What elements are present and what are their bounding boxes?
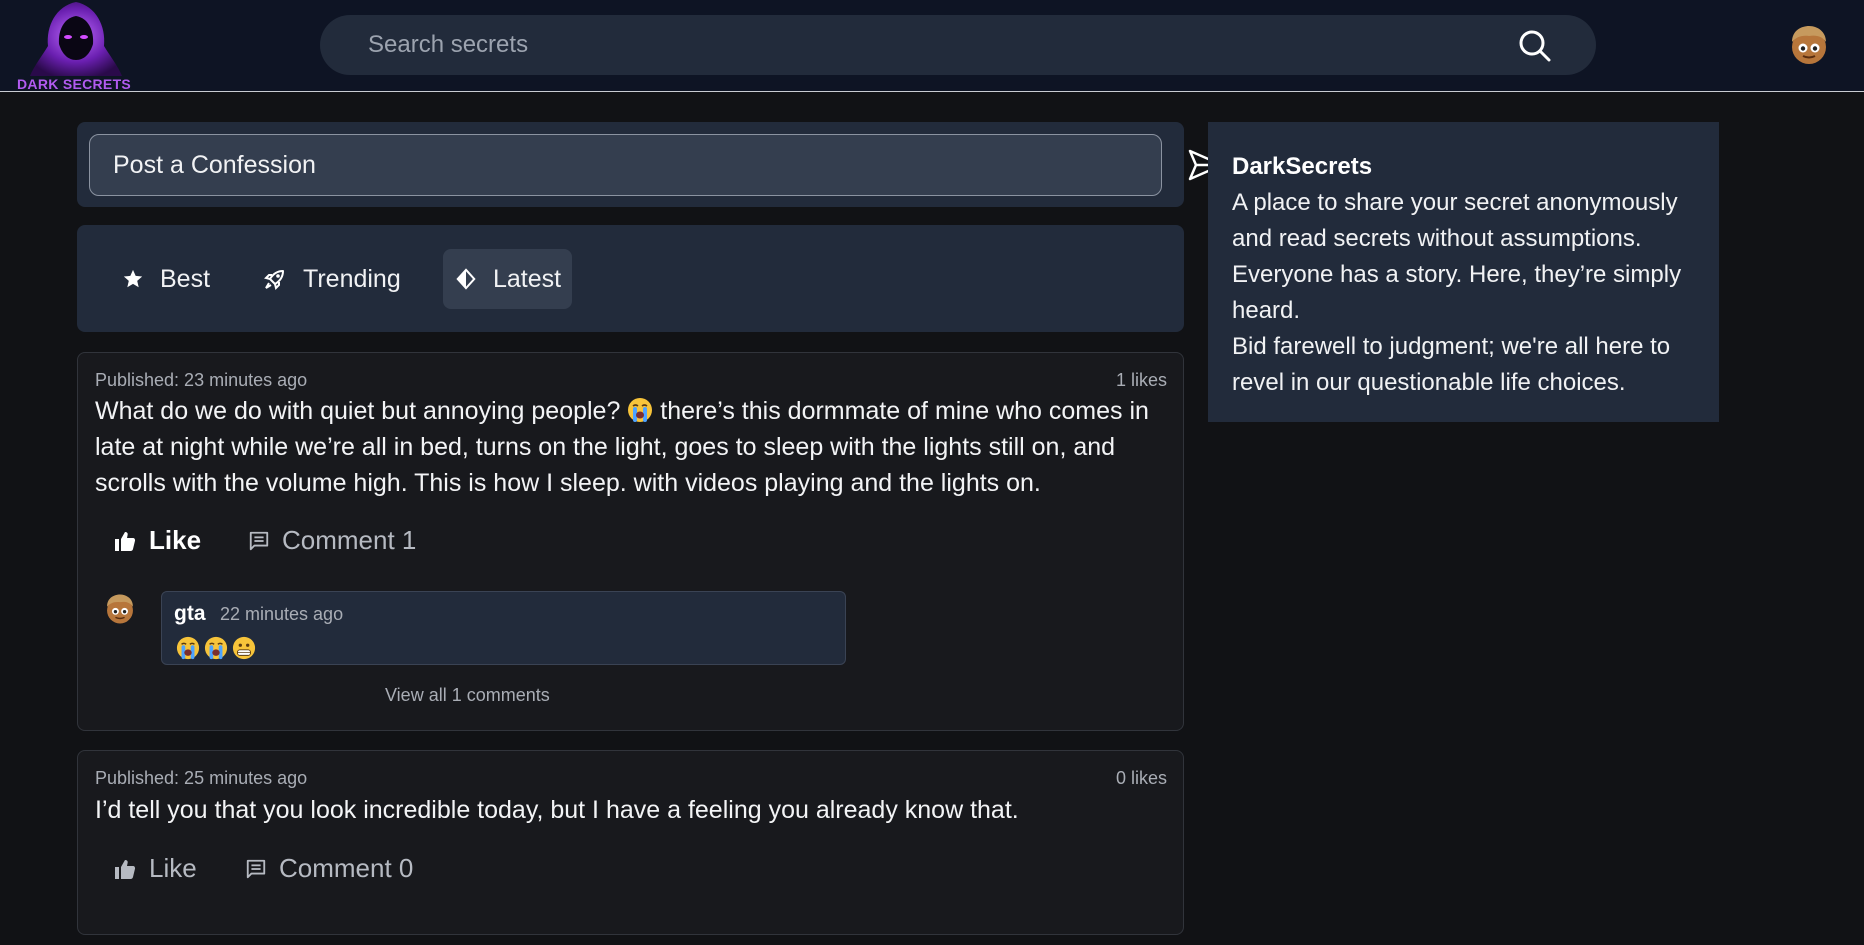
- loudly-crying-face-emoji: [628, 398, 653, 422]
- like-label: Like: [149, 853, 197, 883]
- confession-text-part: What do we do with quiet but annoying pe…: [95, 397, 621, 425]
- search-input[interactable]: [368, 15, 1508, 75]
- tab-latest[interactable]: Latest: [443, 249, 572, 309]
- comment-time: 22 minutes ago: [220, 604, 344, 624]
- comment-button[interactable]: Comment 1: [248, 525, 416, 556]
- confession-text: I’d tell you that you look incredible to…: [95, 796, 1019, 824]
- about-text-line: Bid farewell to judgment; we're all here…: [1232, 333, 1671, 360]
- confession-input[interactable]: [89, 134, 1162, 196]
- search-icon[interactable]: [1518, 29, 1552, 68]
- like-count: 0 likes: [1115, 768, 1167, 788]
- like-count: 1 likes: [1115, 370, 1167, 390]
- search-bar: [320, 15, 1596, 75]
- comment-label: Comment 0: [279, 853, 414, 883]
- commenter-avatar[interactable]: [104, 593, 136, 625]
- about-title: DarkSecrets: [1232, 153, 1373, 180]
- thumbs-up-icon: [115, 859, 136, 879]
- comment-button[interactable]: Comment 0: [245, 853, 413, 884]
- grimacing-face-emoji: [232, 636, 256, 660]
- confession-card: Published: 23 minutes ago 1 likes What d…: [77, 352, 1184, 731]
- confession-card: Published: 25 minutes ago 0 likes I’d te…: [77, 750, 1184, 935]
- loudly-crying-face-emoji: [176, 636, 200, 660]
- like-button[interactable]: Like: [113, 525, 201, 556]
- logo-text: DARK SECRETS: [17, 76, 132, 92]
- tab-latest-label: Latest: [493, 264, 562, 293]
- about-text-line: heard.: [1232, 297, 1301, 324]
- comment-label: Comment 1: [282, 525, 417, 555]
- confession-composer: [77, 122, 1224, 207]
- comment-icon: [246, 859, 266, 878]
- about-panel: DarkSecrets A place to share your secret…: [1208, 122, 1719, 422]
- hooded-figure-icon: [30, 2, 122, 76]
- loudly-crying-face-emoji: [204, 636, 228, 660]
- tab-best[interactable]: Best: [122, 249, 210, 309]
- comment-text: [176, 636, 256, 660]
- comment-username[interactable]: gta: [174, 602, 206, 626]
- comment-icon: [249, 531, 269, 550]
- published-time: Published: 23 minutes ago: [95, 370, 308, 390]
- about-text-line: and read secrets without assumptions.: [1232, 225, 1642, 252]
- tab-best-label: Best: [160, 264, 211, 293]
- about-text-line: Everyone has a story. Here, they’re simp…: [1232, 261, 1682, 288]
- dark-secrets-logo[interactable]: DARK SECRETS: [14, 0, 138, 92]
- top-navbar: DARK SECRETS: [0, 0, 1864, 92]
- user-avatar[interactable]: [1788, 24, 1830, 66]
- about-text-line: A place to share your secret anonymously: [1232, 189, 1678, 216]
- like-label: Like: [149, 525, 202, 555]
- about-text-line: revel in our questionable life choices.: [1232, 369, 1626, 396]
- view-all-comments-link[interactable]: View all 1 comments: [385, 685, 550, 706]
- avatar-face-icon: [107, 594, 133, 624]
- diamond-icon: [456, 268, 476, 290]
- avatar-face-icon: [1792, 26, 1826, 64]
- confession-text: What do we do with quiet but annoying pe…: [95, 393, 1170, 501]
- sort-tabs: Best Trending Latest: [77, 225, 1184, 332]
- like-button[interactable]: Like: [113, 853, 197, 884]
- star-icon: [123, 269, 143, 288]
- published-time: Published: 25 minutes ago: [95, 768, 308, 788]
- thumbs-up-icon: [115, 531, 136, 551]
- tab-trending[interactable]: Trending: [263, 249, 401, 309]
- tab-trending-label: Trending: [303, 264, 401, 293]
- rocket-icon: [264, 270, 284, 290]
- comment-item: gta 22 minutes ago: [161, 591, 846, 665]
